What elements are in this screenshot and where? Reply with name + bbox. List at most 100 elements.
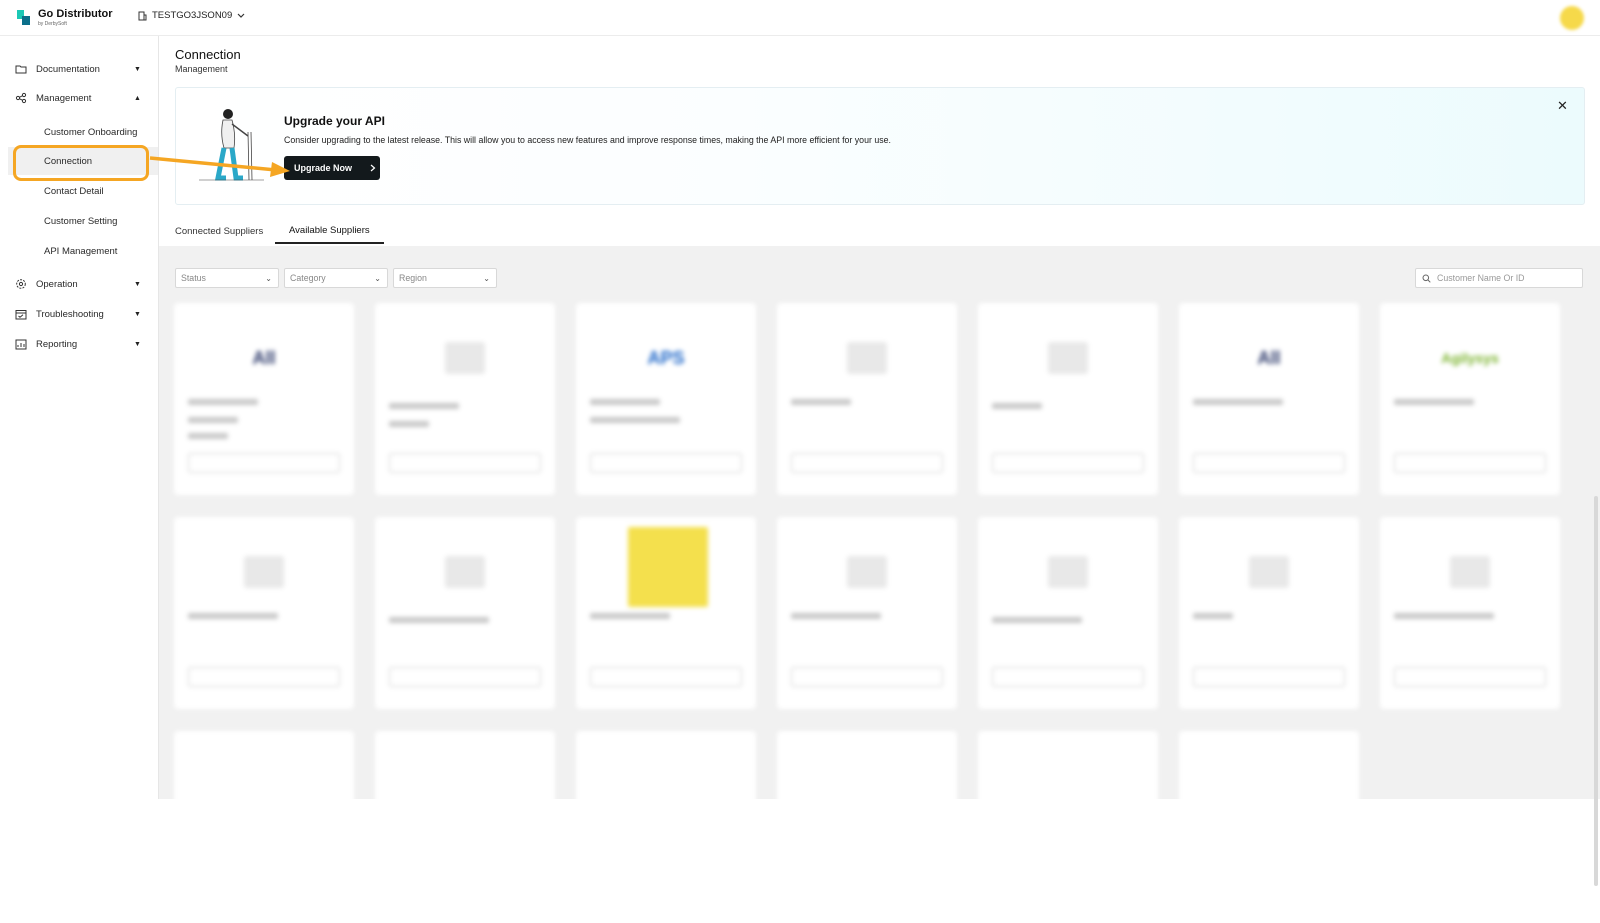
supplier-card[interactable] <box>978 517 1158 709</box>
supplier-action-button[interactable] <box>389 453 541 473</box>
supplier-action-button[interactable] <box>1193 453 1345 473</box>
status-filter-label: Status <box>181 273 206 283</box>
supplier-card[interactable] <box>1380 517 1560 709</box>
supplier-action-button[interactable] <box>389 667 541 687</box>
supplier-logo <box>430 552 500 592</box>
sidebar-subitem-api-management[interactable]: API Management <box>0 237 158 265</box>
supplier-action-button[interactable] <box>188 667 340 687</box>
sidebar-subitem-connection[interactable]: Connection <box>8 147 158 175</box>
sidebar-item-label: Management <box>36 92 92 104</box>
sidebar-item-documentation[interactable]: Documentation ▼ <box>0 55 158 83</box>
chevron-right-icon <box>370 164 376 172</box>
folder-icon <box>15 63 27 75</box>
supplier-action-button[interactable] <box>992 453 1144 473</box>
sidebar-item-operation[interactable]: Operation ▼ <box>0 270 158 298</box>
sidebar-item-management[interactable]: Management ▲ <box>0 84 158 112</box>
supplier-card-grid: All APS All Agilysys <box>174 303 1560 923</box>
supplier-detail-line <box>188 417 238 423</box>
supplier-card[interactable] <box>375 731 555 923</box>
supplier-card[interactable] <box>978 303 1158 495</box>
supplier-card[interactable] <box>174 517 354 709</box>
supplier-name-line <box>1193 399 1283 405</box>
supplier-card[interactable] <box>777 517 957 709</box>
supplier-name-line <box>590 613 670 619</box>
go-distributor-logo-icon <box>17 10 30 25</box>
supplier-logo <box>1234 552 1304 592</box>
supplier-card[interactable]: All <box>1179 303 1359 495</box>
tab-available-suppliers[interactable]: Available Suppliers <box>275 219 384 244</box>
supplier-action-button[interactable] <box>188 453 340 473</box>
status-filter[interactable]: Status ⌄ <box>175 268 279 288</box>
gear-icon <box>15 278 27 290</box>
account-switcher[interactable]: TESTGO3JSON09 <box>138 10 245 21</box>
chevron-down-icon: ⌄ <box>374 273 381 283</box>
supplier-logo <box>430 338 500 378</box>
image-placeholder-icon <box>847 342 887 374</box>
caret-down-icon: ▼ <box>134 340 141 348</box>
supplier-card[interactable]: Agilysys <box>1380 303 1560 495</box>
supplier-action-button[interactable] <box>1394 453 1546 473</box>
image-placeholder-icon <box>1450 556 1490 588</box>
sidebar-item-reporting[interactable]: Reporting ▼ <box>0 330 158 358</box>
supplier-card[interactable]: APS <box>576 303 756 495</box>
chevron-down-icon: ⌄ <box>265 273 272 283</box>
supplier-name-line <box>188 399 258 405</box>
supplier-card[interactable] <box>576 517 756 709</box>
supplier-name-line <box>791 399 851 405</box>
report-chart-icon <box>15 338 27 350</box>
supplier-detail-line <box>590 417 680 423</box>
sidebar-subitem-contact-detail[interactable]: Contact Detail <box>0 177 158 205</box>
supplier-card[interactable] <box>375 517 555 709</box>
search-placeholder: Customer Name Or ID <box>1437 273 1525 283</box>
category-filter-label: Category <box>290 273 326 283</box>
sidebar-item-label: Troubleshooting <box>36 308 104 320</box>
supplier-action-button[interactable] <box>590 453 742 473</box>
supplier-action-button[interactable] <box>992 667 1144 687</box>
banner-text: Consider upgrading to the latest release… <box>284 135 891 145</box>
supplier-card[interactable] <box>576 731 756 923</box>
supplier-card[interactable]: All <box>174 303 354 495</box>
top-bar: Go Distributor by DerbySoft TESTGO3JSON0… <box>0 0 1600 36</box>
app-name: Go Distributor <box>38 8 113 20</box>
close-icon[interactable]: ✕ <box>1557 98 1568 114</box>
supplier-action-button[interactable] <box>1394 667 1546 687</box>
supplier-logo: Agilysys <box>1441 350 1499 366</box>
supplier-action-button[interactable] <box>791 667 943 687</box>
supplier-tabs: Connected Suppliers Available Suppliers <box>175 219 1600 245</box>
tab-connected-suppliers[interactable]: Connected Suppliers <box>175 219 263 244</box>
supplier-card[interactable] <box>1179 517 1359 709</box>
supplier-name-line <box>1394 399 1474 405</box>
region-filter[interactable]: Region ⌄ <box>393 268 497 288</box>
avatar[interactable] <box>1560 6 1584 30</box>
sidebar-item-troubleshooting[interactable]: Troubleshooting ▼ <box>0 300 158 328</box>
suppliers-panel: Status ⌄ Category ⌄ Region ⌄ Customer Name … <box>159 246 1600 923</box>
image-placeholder-icon <box>1048 342 1088 374</box>
supplier-logo <box>1033 338 1103 378</box>
supplier-card[interactable] <box>777 731 957 923</box>
sidebar-subitem-customer-onboarding[interactable]: Customer Onboarding <box>0 118 158 146</box>
supplier-name-line <box>1193 613 1233 619</box>
search-input[interactable]: Customer Name Or ID <box>1415 268 1583 288</box>
caret-down-icon: ▼ <box>134 280 141 288</box>
supplier-card[interactable] <box>978 731 1158 923</box>
sidebar-subitem-customer-setting[interactable]: Customer Setting <box>0 207 158 235</box>
supplier-action-button[interactable] <box>791 453 943 473</box>
chevron-down-icon <box>237 13 245 18</box>
supplier-action-button[interactable] <box>590 667 742 687</box>
supplier-card[interactable] <box>375 303 555 495</box>
supplier-logo <box>1033 552 1103 592</box>
person-with-cane-illustration <box>199 109 264 181</box>
supplier-name-line <box>590 399 660 405</box>
caret-down-icon: ▼ <box>134 310 141 318</box>
image-placeholder-icon <box>847 556 887 588</box>
supplier-action-button[interactable] <box>1193 667 1345 687</box>
category-filter[interactable]: Category ⌄ <box>284 268 388 288</box>
supplier-logo <box>832 552 902 592</box>
scrollbar[interactable] <box>1594 496 1598 886</box>
supplier-card[interactable] <box>174 731 354 923</box>
supplier-card[interactable] <box>777 303 957 495</box>
supplier-name-line <box>791 613 881 619</box>
upgrade-now-button[interactable]: Upgrade Now <box>284 156 380 180</box>
supplier-card[interactable] <box>1179 731 1359 923</box>
supplier-name-line <box>389 617 489 623</box>
